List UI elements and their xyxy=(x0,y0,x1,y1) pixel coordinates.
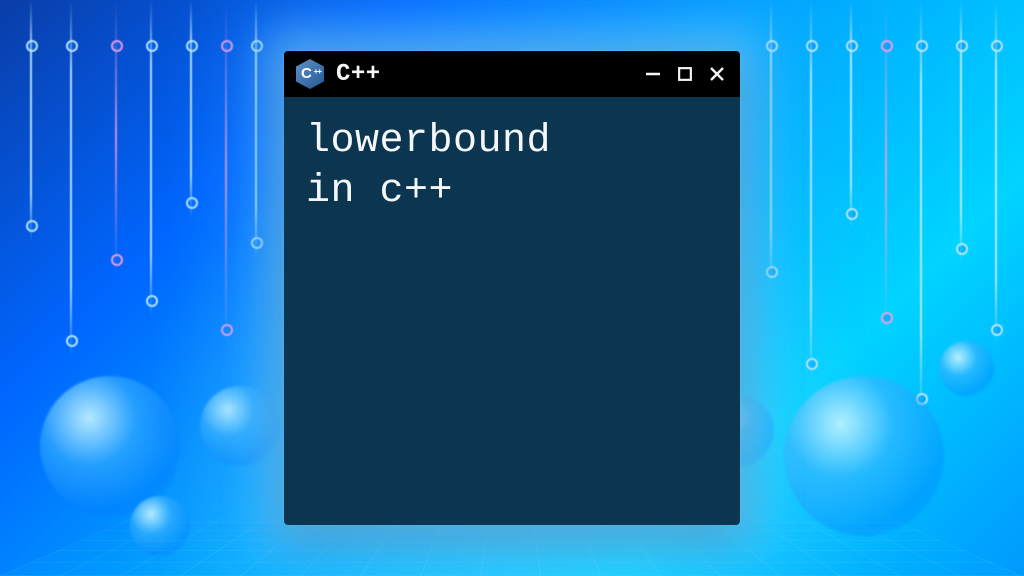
circuit-line xyxy=(255,0,257,259)
window-title: C++ xyxy=(336,61,630,88)
sphere xyxy=(784,376,944,536)
cpp-logo-icon: C ++ xyxy=(296,59,324,89)
minimize-button[interactable] xyxy=(642,63,664,85)
circuit-line xyxy=(70,0,72,357)
window-client-area: lowerbound in c++ xyxy=(284,97,740,525)
content-text: lowerbound in c++ xyxy=(306,117,718,217)
sphere xyxy=(939,341,994,396)
window-controls xyxy=(642,63,728,85)
close-button[interactable] xyxy=(706,63,728,85)
circuit-line xyxy=(150,0,152,317)
circuit-line xyxy=(960,0,962,265)
circuit-line xyxy=(115,0,117,276)
circuit-line xyxy=(920,0,922,415)
circuit-line xyxy=(30,0,32,242)
circuit-line xyxy=(995,0,997,346)
circuit-line xyxy=(850,0,852,230)
titlebar[interactable]: C ++ C++ xyxy=(284,51,740,97)
circuit-line xyxy=(770,0,772,288)
sphere xyxy=(40,376,180,516)
circuit-line xyxy=(225,0,227,346)
circuit-line xyxy=(810,0,812,380)
sphere xyxy=(130,496,190,556)
app-window: C ++ C++ lowerbound in c++ xyxy=(284,51,740,525)
circuit-line xyxy=(190,0,192,219)
sphere xyxy=(200,386,280,466)
circuit-line xyxy=(885,0,887,334)
maximize-button[interactable] xyxy=(674,63,696,85)
